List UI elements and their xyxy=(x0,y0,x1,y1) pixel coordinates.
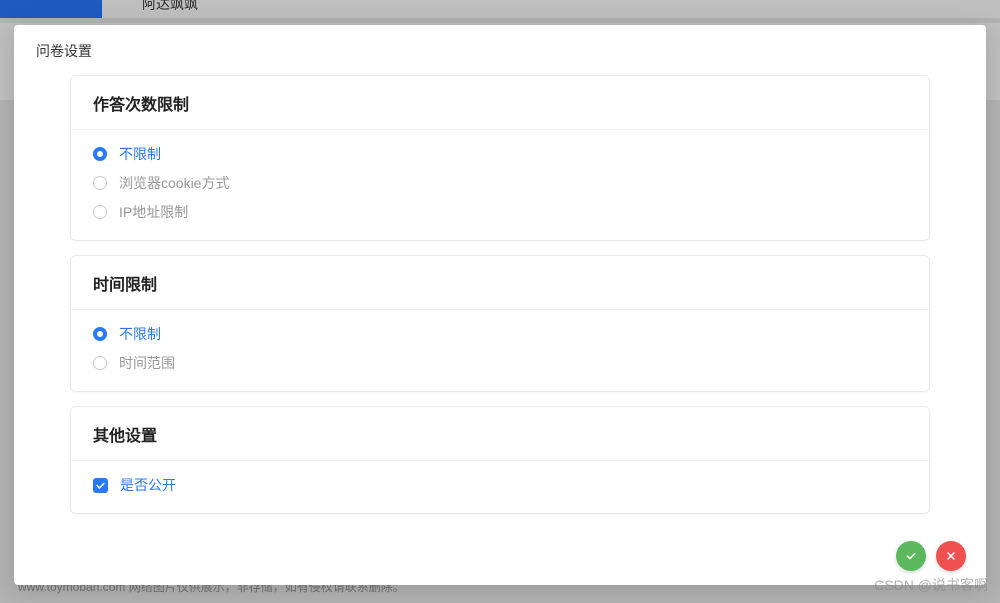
radio-label: 时间范围 xyxy=(119,353,175,373)
watermark: CSDN @说书客啊 xyxy=(874,575,988,595)
time-limit-body: 不限制 时间范围 xyxy=(71,310,929,391)
radio-icon xyxy=(93,147,107,161)
close-icon xyxy=(945,550,957,562)
modal-body: 作答次数限制 不限制 浏览器cookie方式 IP地址限制 时间限制 xyxy=(14,75,986,529)
checkbox-icon xyxy=(93,478,108,493)
radio-icon xyxy=(93,176,107,190)
checkbox-label: 是否公开 xyxy=(120,475,176,495)
radio-label: 不限制 xyxy=(119,324,161,344)
time-limit-title: 时间限制 xyxy=(71,256,929,310)
radio-time-unlimited[interactable]: 不限制 xyxy=(93,324,907,344)
radio-unlimited[interactable]: 不限制 xyxy=(93,144,907,164)
other-settings-card: 其他设置 是否公开 xyxy=(70,406,930,514)
radio-icon xyxy=(93,327,107,341)
other-settings-body: 是否公开 xyxy=(71,461,929,513)
answer-limit-card: 作答次数限制 不限制 浏览器cookie方式 IP地址限制 xyxy=(70,75,930,241)
radio-time-range[interactable]: 时间范围 xyxy=(93,353,907,373)
radio-icon xyxy=(93,356,107,370)
radio-ip[interactable]: IP地址限制 xyxy=(93,202,907,222)
radio-label: IP地址限制 xyxy=(119,202,188,222)
answer-limit-body: 不限制 浏览器cookie方式 IP地址限制 xyxy=(71,130,929,240)
settings-modal: 问卷设置 作答次数限制 不限制 浏览器cookie方式 IP地址限制 xyxy=(14,25,986,585)
modal-footer xyxy=(14,529,986,585)
radio-label: 浏览器cookie方式 xyxy=(119,173,229,193)
modal-title: 问卷设置 xyxy=(14,25,986,75)
cancel-button[interactable] xyxy=(936,541,966,571)
checkbox-public[interactable]: 是否公开 xyxy=(93,475,907,495)
radio-cookie[interactable]: 浏览器cookie方式 xyxy=(93,173,907,193)
check-icon xyxy=(905,550,917,562)
confirm-button[interactable] xyxy=(896,541,926,571)
radio-icon xyxy=(93,205,107,219)
time-limit-card: 时间限制 不限制 时间范围 xyxy=(70,255,930,392)
other-settings-title: 其他设置 xyxy=(71,407,929,461)
answer-limit-title: 作答次数限制 xyxy=(71,76,929,130)
radio-label: 不限制 xyxy=(119,144,161,164)
check-icon xyxy=(95,480,106,491)
